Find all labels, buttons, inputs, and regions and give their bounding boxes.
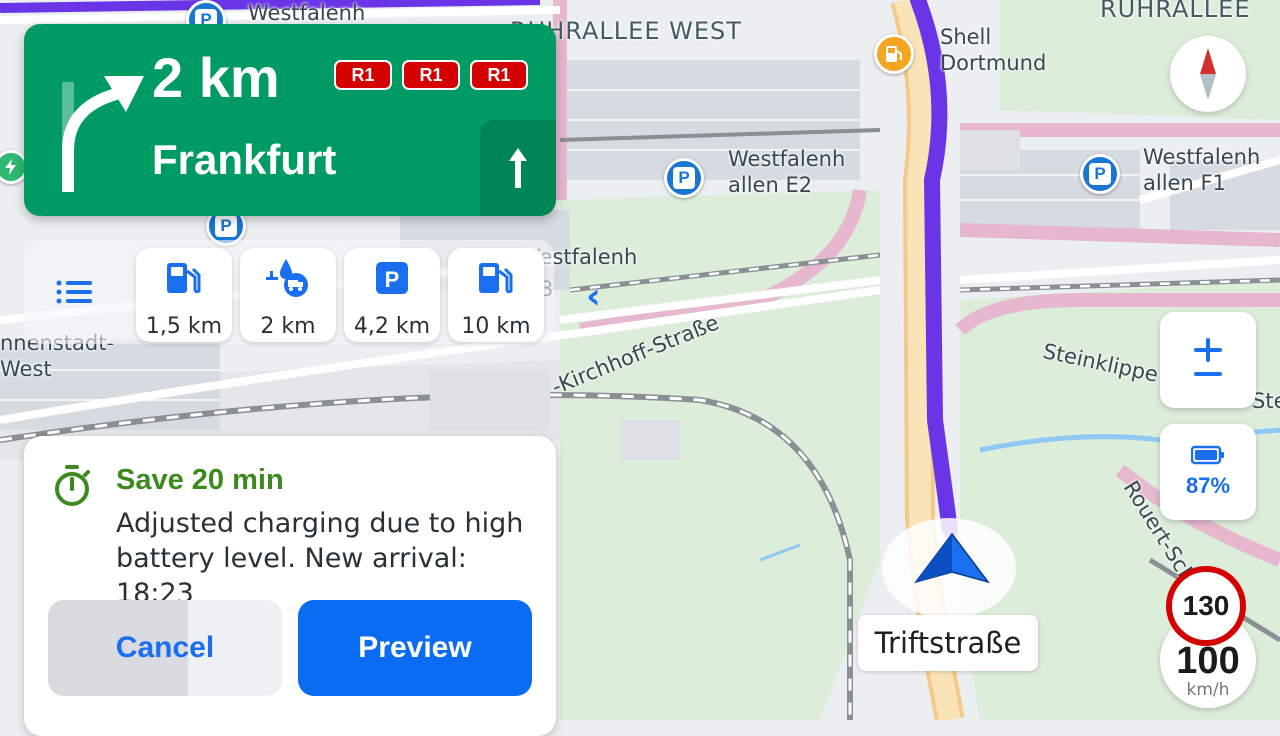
charging-notification: Save 20 min Adjusted charging due to hig…: [24, 436, 556, 736]
map-label-westfalenhallen: Westfalenh: [248, 1, 366, 25]
compass-button[interactable]: [1170, 36, 1246, 112]
maneuver-street: Frankfurt: [152, 136, 337, 183]
lightning-icon: [5, 159, 16, 175]
preview-button[interactable]: Preview: [298, 600, 532, 696]
maneuver-distance: 2 km: [152, 46, 280, 109]
poi-card-fuel[interactable]: 1,5 km: [136, 248, 232, 342]
notification-title: Save 20 min: [116, 464, 284, 496]
route-shield: R1: [470, 60, 528, 90]
zoom-button[interactable]: [1160, 312, 1256, 408]
timer-icon: [55, 465, 90, 506]
route-shield: R1: [334, 60, 392, 90]
map-label-westfalenhallen-e2: Westfalenh allen E2: [728, 147, 846, 198]
fuel-station-icon: [167, 263, 201, 294]
route-shields: R1 R1 R1: [334, 60, 528, 90]
list-icon: [56, 280, 92, 304]
speed-widget: 100 km/h 130: [1160, 564, 1260, 720]
parking-pin[interactable]: P: [664, 158, 704, 198]
preview-button-label: Preview: [358, 631, 472, 664]
collapse-chevron-icon[interactable]: ‹: [586, 276, 601, 317]
zoom-icon: [1194, 338, 1222, 376]
list-button[interactable]: [54, 276, 94, 308]
battery-status[interactable]: 87%: [1160, 424, 1256, 520]
map-label-ste: Ste: [1252, 389, 1280, 413]
map-label-westfalenhallen-f1: Westfalenh allen F1: [1143, 145, 1261, 196]
speed-unit: km/h: [1186, 680, 1230, 700]
navigation-arrow-icon: [914, 532, 990, 584]
route-shield: R1: [402, 60, 460, 90]
svg-text:P: P: [385, 267, 400, 292]
poi-strip: 1,5 km 2 km P 4,2 km 10 km: [24, 240, 554, 344]
poi-card-truck-water[interactable]: 2 km: [240, 248, 336, 342]
lane-guidance: [480, 120, 556, 216]
fuel-icon: [886, 46, 902, 62]
battery-percent: 87%: [1185, 473, 1231, 498]
map-label-shell: Shell Dortmund: [940, 25, 1047, 76]
poi-distance: 1,5 km: [145, 314, 223, 339]
speed-limit-sign: 130: [1166, 566, 1246, 646]
parking-icon: P: [376, 262, 408, 294]
poi-card-fuel-far[interactable]: 10 km: [448, 248, 544, 342]
poi-distance: 10 km: [461, 314, 531, 339]
parking-pin[interactable]: P: [1080, 154, 1120, 194]
cancel-button[interactable]: Cancel: [48, 600, 282, 696]
map-label-ruhrallee: RUHRALLEE: [1100, 0, 1251, 23]
turn-right-arrow-icon: [62, 76, 144, 192]
poi-distance: 4,2 km: [353, 314, 431, 339]
poi-card-parking[interactable]: P 4,2 km: [344, 248, 440, 342]
notification-body: Adjusted charging due to high battery le…: [116, 508, 524, 609]
truck-water-icon: [266, 259, 308, 297]
fuel-station-pin[interactable]: [874, 34, 914, 74]
fuel-station-icon: [479, 263, 513, 294]
current-street-label: Triftstraße: [858, 615, 1038, 671]
battery-icon: [1191, 445, 1224, 465]
compass-icon: [1200, 48, 1216, 100]
maneuver-panel[interactable]: 2 km R1 R1 R1 Frankfurt: [24, 24, 556, 216]
straight-arrow-icon: [509, 148, 527, 188]
cancel-button-label: Cancel: [115, 631, 215, 664]
poi-distance: 2 km: [260, 314, 316, 339]
current-speed-value: 100: [1176, 640, 1240, 682]
